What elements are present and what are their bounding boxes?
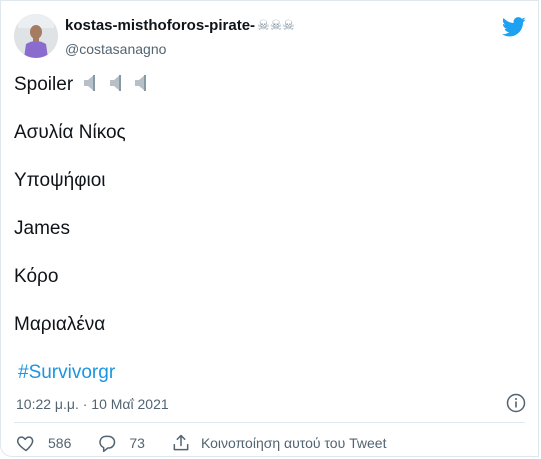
tweet-line-text: Spoiler: [14, 74, 74, 95]
tweet-line: James: [14, 218, 70, 239]
display-name[interactable]: kostas-misthoforos-pirate- ☠☠☠: [65, 17, 295, 34]
speaker-icon: [109, 75, 121, 91]
speaker-icon: [135, 75, 146, 91]
reply-icon: [99, 435, 116, 453]
tweet-timestamp[interactable]: 10:22 μ.μ. · 10 Μαΐ 2021: [16, 396, 169, 412]
speaker-icon: [84, 75, 96, 91]
tweet-line: Κόρο: [14, 266, 59, 287]
reply-count: 73: [129, 435, 145, 451]
share-label: Κοινοποίηση αυτού του Tweet: [200, 435, 387, 451]
avatar[interactable]: [14, 14, 58, 58]
share-button[interactable]: Κοινοποίηση αυτού του Tweet: [171, 433, 387, 453]
tweet-actions: 586 73 Κοινοποίηση αυτού του Tweet: [16, 433, 412, 453]
hashtag-link[interactable]: #Survivorgr: [18, 361, 115, 385]
user-handle[interactable]: @costasanagno: [65, 41, 166, 57]
heart-icon: [16, 436, 34, 452]
share-icon: [173, 434, 189, 451]
info-icon[interactable]: [506, 393, 526, 413]
skull-crossbones-icon: ☠☠☠: [257, 17, 295, 33]
display-name-text: kostas-misthoforos-pirate-: [65, 17, 256, 34]
reply-button[interactable]: 73: [97, 433, 145, 453]
tweet-line-spoiler: Spoiler: [14, 73, 149, 97]
divider: [14, 422, 525, 423]
tweet-line: Υποψήφιοι: [14, 170, 106, 191]
avatar-image: [14, 14, 58, 58]
like-button[interactable]: 586: [16, 433, 71, 453]
tweet-card: kostas-misthoforos-pirate- ☠☠☠ @costasan…: [0, 0, 539, 457]
tweet-line: Ασυλία Νίκος: [14, 122, 126, 143]
like-count: 586: [48, 435, 72, 451]
twitter-bird-icon[interactable]: [502, 17, 526, 37]
tweet-line: Μαριαλένα: [14, 314, 106, 335]
